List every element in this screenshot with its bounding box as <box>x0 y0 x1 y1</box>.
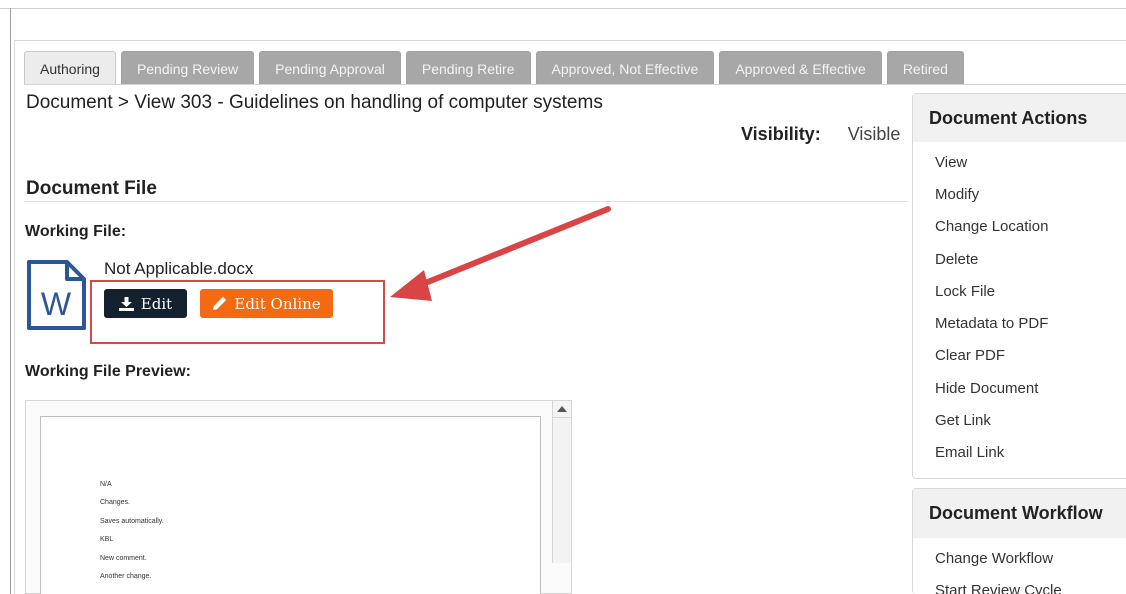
action-hide-document[interactable]: Hide Document <box>913 372 1126 404</box>
tab-pending-review[interactable]: Pending Review <box>120 51 255 85</box>
visibility-status: Visibility: Visible <box>741 124 900 145</box>
tab-approved-effective[interactable]: Approved & Effective <box>719 51 882 85</box>
action-email-link[interactable]: Email Link <box>913 437 1126 469</box>
action-modify[interactable]: Modify <box>913 178 1126 210</box>
action-clear-pdf[interactable]: Clear PDF <box>913 340 1126 372</box>
action-get-link[interactable]: Get Link <box>913 404 1126 436</box>
breadcrumb: Document > View 303 - Guidelines on hand… <box>26 92 603 113</box>
preview-scrollbar[interactable] <box>552 401 571 563</box>
workflow-start-review-cycle[interactable]: Start Review Cycle <box>913 574 1126 594</box>
action-view[interactable]: View <box>913 146 1126 178</box>
tab-pending-retire[interactable]: Pending Retire <box>405 51 531 85</box>
document-workflow-title: Document Workflow <box>913 489 1126 538</box>
tab-authoring[interactable]: Authoring <box>24 51 116 85</box>
preview-line: N/A <box>100 481 112 488</box>
tab-label: Authoring <box>40 60 100 77</box>
tab-label: Approved, Not Effective <box>551 60 699 77</box>
tab-pending-approval[interactable]: Pending Approval <box>259 51 401 85</box>
tab-divider <box>24 84 1126 85</box>
tab-label: Approved & Effective <box>735 60 866 77</box>
tab-label: Pending Review <box>136 60 239 77</box>
working-file-label: Working File: <box>25 223 127 240</box>
action-change-location[interactable]: Change Location <box>913 211 1126 243</box>
preview-line: Another change. <box>100 573 152 581</box>
action-metadata-to-pdf[interactable]: Metadata to PDF <box>913 307 1126 339</box>
document-file-title: Document File <box>26 178 157 199</box>
annotation-arrow-icon <box>390 206 611 301</box>
svg-text:W: W <box>41 286 72 322</box>
workflow-change-workflow[interactable]: Change Workflow <box>913 542 1126 574</box>
tab-approved-not-effective[interactable]: Approved, Not Effective <box>535 51 715 85</box>
preview-line: New comment. <box>100 554 147 562</box>
tab-label: Pending Approval <box>275 60 385 77</box>
action-delete[interactable]: Delete <box>913 243 1126 275</box>
document-workflow-panel: Document Workflow Change Workflow Start … <box>912 488 1126 594</box>
document-actions-title: Document Actions <box>913 94 1126 142</box>
preview-text: N/A Changes. Saves automatically. KBL Ne… <box>100 476 164 586</box>
tab-label: Pending Retire <box>421 60 515 77</box>
visibility-value: Visible <box>847 124 901 144</box>
window-left-edge <box>10 8 11 594</box>
preview-line: Saves automatically. <box>100 517 164 525</box>
word-document-icon[interactable]: W <box>25 259 87 331</box>
preview-line: KBL <box>100 536 114 544</box>
working-file-name[interactable]: Not Applicable.docx <box>104 259 253 279</box>
working-file-preview-label: Working File Preview: <box>25 363 191 380</box>
action-lock-file[interactable]: Lock File <box>913 275 1126 307</box>
window-top-edge <box>0 8 1126 9</box>
tab-label: Retired <box>902 60 948 77</box>
status-tabs: Authoring Pending Review Pending Approva… <box>24 51 969 85</box>
annotation-highlight-box <box>90 280 385 344</box>
preview-line: Changes. <box>100 499 130 507</box>
tab-retired[interactable]: Retired <box>886 51 964 85</box>
visibility-label: Visibility: <box>741 124 821 144</box>
document-actions-panel: Document Actions View Modify Change Loca… <box>912 93 1126 479</box>
scroll-up-arrow-icon[interactable] <box>552 401 571 418</box>
